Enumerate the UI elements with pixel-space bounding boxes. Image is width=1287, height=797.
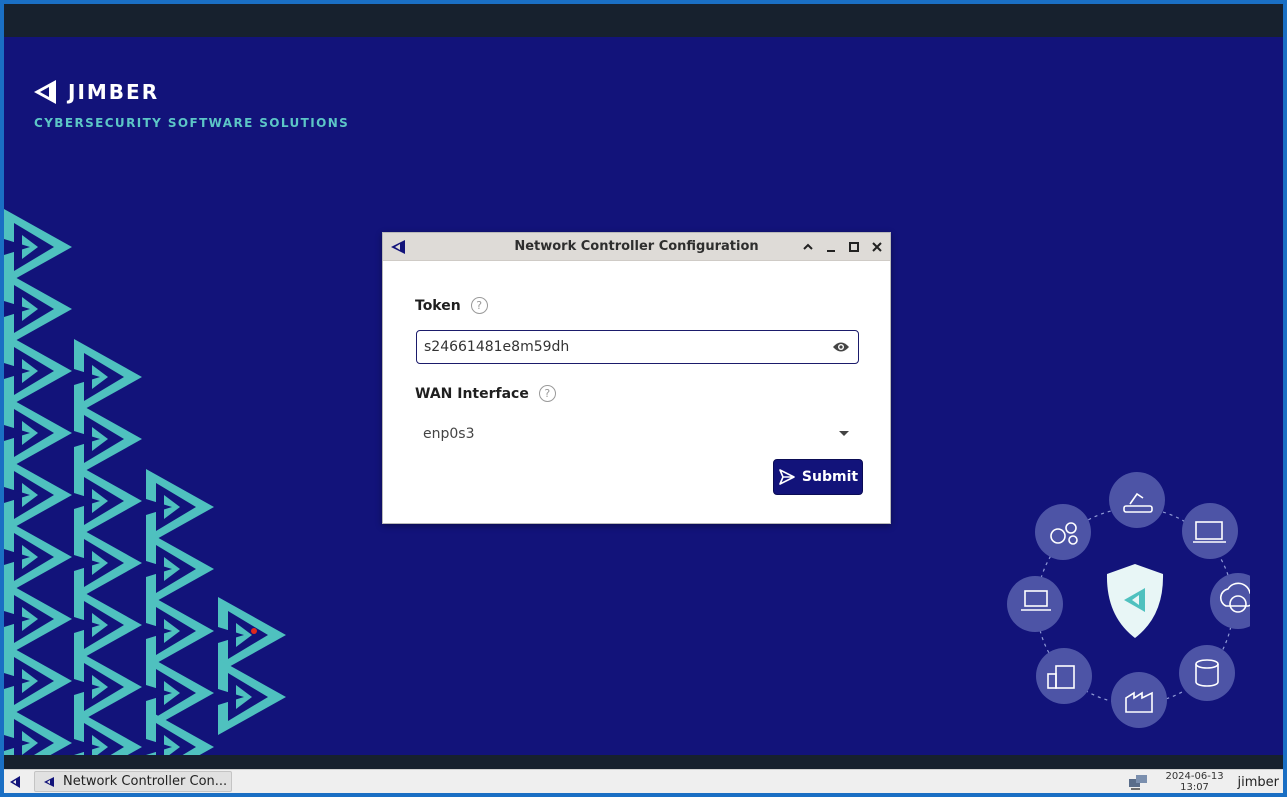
wan-label-row: WAN Interface ? bbox=[415, 385, 556, 402]
submit-button[interactable]: Submit bbox=[773, 459, 863, 495]
minimize-icon[interactable] bbox=[823, 239, 838, 254]
start-menu-icon[interactable] bbox=[6, 772, 24, 792]
token-value[interactable]: s24661481e8m59dh bbox=[424, 339, 830, 355]
send-icon bbox=[779, 469, 795, 485]
network-tray-icon[interactable] bbox=[1128, 773, 1148, 791]
wan-interface-value: enp0s3 bbox=[423, 426, 475, 442]
dropdown-caret-icon bbox=[839, 431, 849, 436]
system-tray: 2024-06-13 13:07 jimber bbox=[1128, 770, 1283, 794]
network-controller-dialog: Network Controller Configuration Token ?… bbox=[382, 232, 891, 524]
jimber-logo-icon bbox=[391, 240, 405, 254]
token-input[interactable]: s24661481e8m59dh bbox=[416, 330, 859, 364]
help-icon[interactable]: ? bbox=[470, 297, 488, 314]
wan-interface-select[interactable]: enp0s3 bbox=[416, 421, 859, 447]
taskbar-window-label: Network Controller Con... bbox=[63, 774, 228, 789]
clock[interactable]: 2024-06-13 13:07 bbox=[1160, 771, 1230, 793]
submit-label: Submit bbox=[801, 469, 859, 485]
brand-logo: JIMBER bbox=[32, 78, 159, 106]
user-name[interactable]: jimber bbox=[1238, 775, 1279, 790]
brand-name: JIMBER bbox=[68, 80, 160, 104]
network-illustration bbox=[1007, 472, 1250, 728]
chevron-up-icon[interactable] bbox=[800, 239, 815, 254]
token-label: Token bbox=[415, 297, 461, 314]
clock-date: 2024-06-13 bbox=[1165, 771, 1224, 782]
bottom-strip bbox=[4, 755, 1283, 769]
jimber-logo-icon bbox=[34, 80, 56, 104]
close-icon[interactable] bbox=[869, 239, 884, 254]
mouse-cursor bbox=[251, 628, 257, 634]
taskbar: Network Controller Con... 2024-06-13 13:… bbox=[4, 769, 1283, 793]
token-label-row: Token ? bbox=[415, 297, 488, 314]
clock-time: 13:07 bbox=[1180, 782, 1209, 793]
decorative-triangle-pattern bbox=[4, 209, 286, 759]
maximize-icon[interactable] bbox=[846, 239, 861, 254]
dialog-titlebar[interactable]: Network Controller Configuration bbox=[383, 233, 890, 261]
window-controls bbox=[800, 239, 884, 254]
wan-interface-label: WAN Interface bbox=[415, 385, 529, 402]
eye-icon[interactable] bbox=[830, 336, 852, 358]
jimber-logo-icon bbox=[44, 776, 54, 787]
taskbar-window-item[interactable]: Network Controller Con... bbox=[34, 771, 232, 792]
brand-tagline: CYBERSECURITY SOFTWARE SOLUTIONS bbox=[34, 116, 350, 130]
help-icon[interactable]: ? bbox=[538, 385, 556, 402]
top-panel bbox=[4, 4, 1283, 37]
